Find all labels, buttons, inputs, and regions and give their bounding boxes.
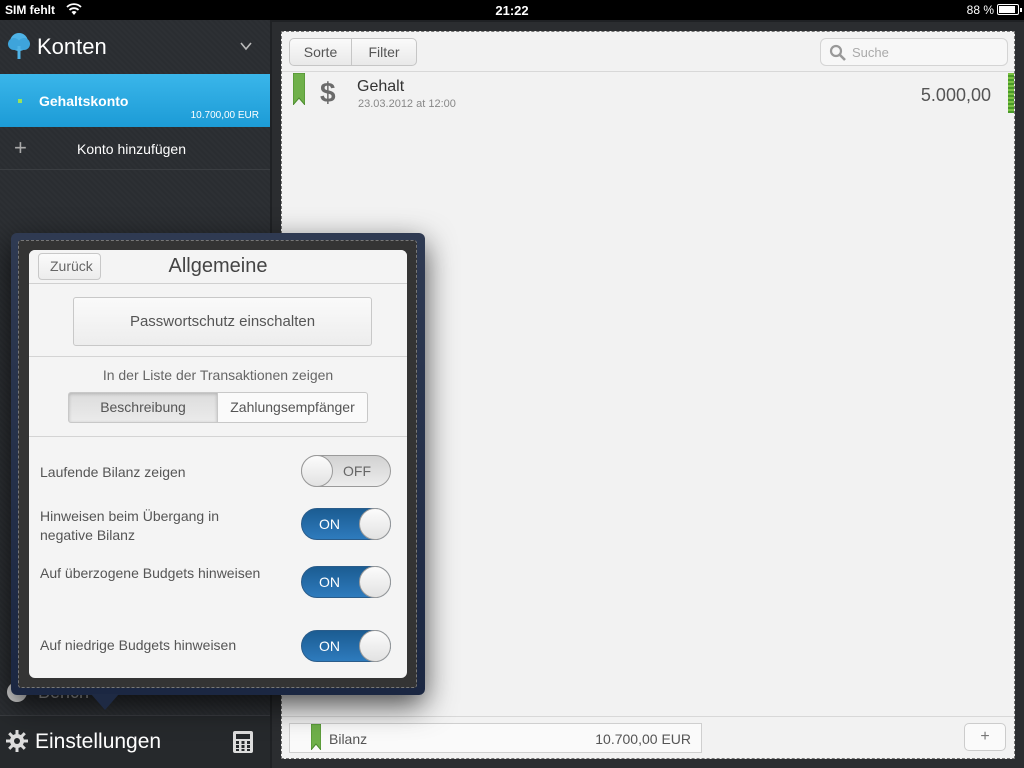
setting-running-balance: Laufende Bilanz zeigen OFF: [29, 450, 407, 500]
search-placeholder: Suche: [852, 45, 889, 60]
gear-icon[interactable]: [6, 730, 28, 752]
toggle-state: ON: [319, 574, 340, 590]
setting-label: Laufende Bilanz zeigen: [40, 464, 186, 480]
toggle-knob: [359, 508, 391, 540]
setting-negative-balance: Hinweisen beim Übergang in negative Bila…: [29, 503, 407, 553]
toggle-knob: [301, 455, 333, 487]
bottom-bar: Bilanz 10.700,00 EUR +: [282, 716, 1014, 758]
balance-field[interactable]: Bilanz 10.700,00 EUR: [289, 723, 702, 753]
calculator-icon[interactable]: [232, 730, 254, 754]
dollar-icon: $: [320, 77, 336, 108]
sidebar-item-gehaltskonto[interactable]: Gehaltskonto 10.700,00 EUR: [0, 74, 270, 127]
add-account-label: Konto hinzufügen: [77, 141, 186, 157]
battery-icon: [997, 4, 1022, 15]
transaction-amount: 5.000,00: [920, 85, 991, 105]
setting-label: Auf überzogene Budgets hinweisen: [40, 565, 261, 581]
divider: [29, 436, 407, 437]
plus-icon: +: [14, 135, 27, 160]
setting-overdrawn-budgets: Auf überzogene Budgets hinweisen ON: [29, 561, 407, 611]
status-bar: SIM fehlt 21:22 88 %: [0, 0, 1024, 20]
toggle-state: ON: [319, 516, 340, 532]
filter-button[interactable]: Filter: [351, 38, 417, 66]
toggle-state: OFF: [343, 463, 371, 479]
search-icon: [829, 44, 846, 61]
popover-navbar: Zurück Allgemeine: [29, 250, 407, 284]
sort-button[interactable]: Sorte: [289, 38, 352, 66]
chevron-down-icon[interactable]: [240, 40, 252, 52]
password-protection-button[interactable]: Passwortschutz einschalten: [73, 297, 372, 346]
accounts-header[interactable]: Konten: [0, 20, 270, 74]
settings-label[interactable]: Einstellungen: [35, 730, 161, 754]
running-balance-toggle[interactable]: OFF: [301, 455, 391, 487]
account-name: Gehaltskonto: [39, 93, 129, 109]
income-indicator: [1008, 73, 1014, 113]
popover-title: Allgemeine: [168, 255, 268, 277]
toggle-knob: [359, 630, 391, 662]
overdrawn-budgets-toggle[interactable]: ON: [301, 566, 391, 598]
setting-low-budgets: Auf niedrige Budgets hinweisen ON: [29, 625, 407, 675]
bookmark-flag-icon: [311, 724, 321, 750]
setting-label: Auf niedrige Budgets hinweisen: [40, 637, 237, 653]
sidebar-title: Konten: [37, 34, 107, 59]
toolbar: Sorte Filter Suche: [282, 32, 1014, 72]
search-input[interactable]: Suche: [820, 38, 1008, 66]
add-account-button[interactable]: + Konto hinzufügen: [0, 127, 270, 170]
toggle-state: ON: [319, 638, 340, 654]
low-budgets-toggle[interactable]: ON: [301, 630, 391, 662]
tree-icon: [8, 33, 30, 59]
transaction-name: Gehalt: [357, 78, 405, 95]
transaction-row[interactable]: $ Gehalt 23.03.2012 at 12:00 5.000,00: [282, 73, 1014, 117]
active-indicator: [18, 99, 22, 103]
divider: [29, 356, 407, 357]
bookmark-flag-icon: [293, 73, 305, 105]
balance-label: Bilanz: [329, 731, 368, 747]
toggle-knob: [359, 566, 391, 598]
segment-zahlungsempfaenger[interactable]: Zahlungsempfänger: [217, 392, 368, 423]
account-balance: 10.700,00 EUR: [190, 110, 259, 121]
battery-percent: 88 %: [966, 3, 994, 17]
negative-balance-toggle[interactable]: ON: [301, 508, 391, 540]
segment-beschreibung[interactable]: Beschreibung: [68, 392, 218, 423]
balance-value: 10.700,00 EUR: [595, 731, 691, 747]
add-transaction-button[interactable]: +: [964, 723, 1006, 751]
list-display-label: In der Liste der Transaktionen zeigen: [102, 367, 334, 383]
transaction-date: 23.03.2012 at 12:00: [358, 98, 456, 110]
setting-label: Hinweisen beim Übergang in negative Bila…: [40, 508, 219, 543]
clock: 21:22: [495, 3, 529, 18]
popover-arrow: [91, 694, 119, 710]
sidebar-footer: Einstellungen: [0, 715, 270, 768]
settings-popover: Zurück Allgemeine Passwortschutz einscha…: [29, 250, 407, 678]
